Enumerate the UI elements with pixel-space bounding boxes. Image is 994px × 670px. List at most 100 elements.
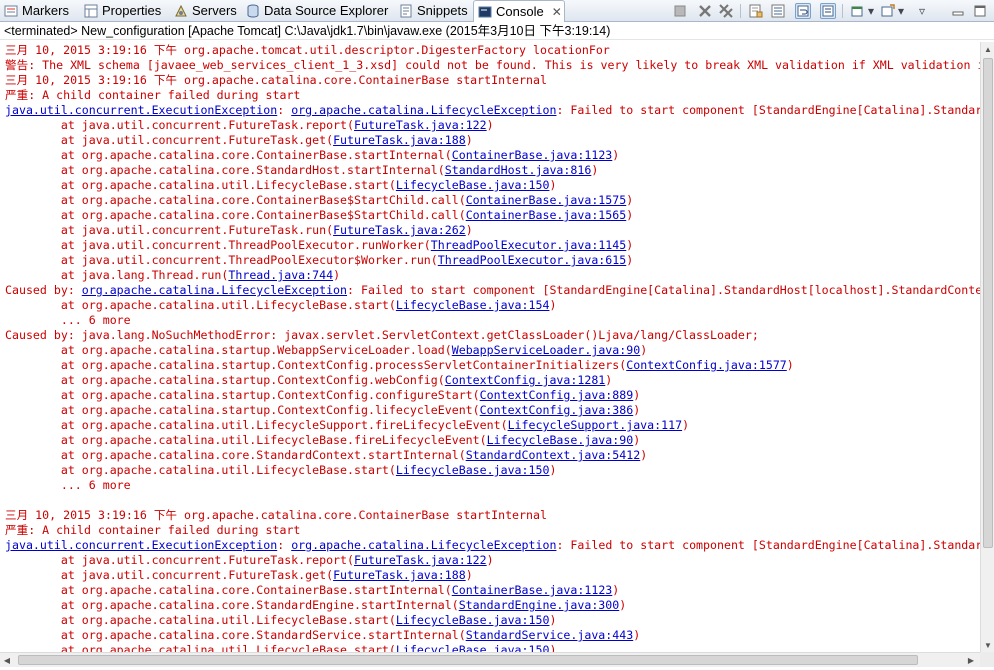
source-link[interactable]: LifecycleBase.java:150	[396, 463, 550, 477]
console-output[interactable]: 三月 10, 2015 3:19:16 下午 org.apache.tomcat…	[0, 42, 980, 652]
scroll-thumb[interactable]	[18, 655, 918, 665]
console-line: ... 6 more	[5, 313, 131, 328]
source-link[interactable]: FutureTask.java:122	[354, 553, 487, 567]
console-line: at org.apache.catalina.startup.WebappSer…	[5, 343, 647, 358]
console-line: at java.util.concurrent.FutureTask.repor…	[5, 118, 494, 133]
data-source-icon	[246, 4, 260, 18]
source-link[interactable]: LifecycleBase.java:150	[396, 178, 550, 192]
tab-servers[interactable]: Servers	[174, 0, 237, 21]
tab-properties[interactable]: Properties	[84, 0, 161, 21]
console-icon	[478, 5, 492, 19]
source-link[interactable]: ThreadPoolExecutor.java:615	[438, 253, 626, 267]
source-link[interactable]: FutureTask.java:262	[333, 223, 466, 237]
tab-markers[interactable]: Markers	[4, 0, 69, 21]
console-text: at java.util.concurrent.FutureTask.get(	[5, 133, 334, 147]
source-link[interactable]: java.util.concurrent.ExecutionException	[5, 103, 277, 117]
tab-label: Properties	[102, 3, 162, 18]
source-link[interactable]: ContainerBase.java:1123	[452, 583, 613, 597]
console-line: at org.apache.catalina.core.ContainerBas…	[5, 193, 633, 208]
console-text: )	[333, 268, 341, 282]
source-link[interactable]: StandardService.java:443	[466, 628, 634, 642]
console-text: : Failed to start component [StandardEng…	[556, 538, 980, 552]
source-link[interactable]: java.util.concurrent.ExecutionException	[5, 538, 277, 552]
tab-console[interactable]: Console ✕	[473, 0, 565, 22]
source-link[interactable]: LifecycleBase.java:150	[396, 643, 550, 652]
source-link[interactable]: LifecycleBase.java:150	[396, 613, 550, 627]
console-text: )	[633, 433, 641, 447]
console-text: at java.util.concurrent.FutureTask.repor…	[5, 553, 355, 567]
chevron-down-icon[interactable]: ▾	[866, 3, 876, 19]
source-link[interactable]: ContextConfig.java:889	[480, 388, 634, 402]
source-link[interactable]: org.apache.catalina.LifecycleException	[291, 103, 556, 117]
horizontal-scrollbar[interactable]: ◀ ▶	[0, 652, 980, 667]
console-line: at org.apache.catalina.util.LifecycleSup…	[5, 418, 689, 433]
source-link[interactable]: LifecycleSupport.java:117	[508, 418, 683, 432]
console-text: )	[682, 418, 690, 432]
console-line: at java.util.concurrent.ThreadPoolExecut…	[5, 238, 633, 253]
source-link[interactable]: FutureTask.java:188	[333, 133, 466, 147]
open-console-icon[interactable]	[880, 3, 896, 19]
source-link[interactable]: Thread.java:744	[228, 268, 333, 282]
console-text: at org.apache.catalina.core.StandardEngi…	[5, 598, 459, 612]
pin-console-icon[interactable]	[820, 3, 836, 19]
console-text: at java.lang.Thread.run(	[5, 268, 229, 282]
source-link[interactable]: WebappServiceLoader.java:90	[452, 343, 640, 357]
console-text: ... 6 more	[5, 313, 131, 327]
console-text: 三月 10, 2015 3:19:16 下午 org.apache.catali…	[5, 508, 547, 522]
scroll-down-icon[interactable]: ▼	[981, 638, 994, 652]
minimize-icon[interactable]	[950, 3, 966, 19]
view-menu-icon[interactable]: ▿	[914, 3, 930, 19]
maximize-icon[interactable]	[972, 3, 988, 19]
console-line: at java.util.concurrent.FutureTask.repor…	[5, 553, 494, 568]
console-text: )	[612, 583, 620, 597]
scroll-left-icon[interactable]: ◀	[0, 653, 14, 667]
tab-snippets[interactable]: Snippets	[399, 0, 468, 21]
console-text: at org.apache.catalina.core.StandardHost…	[5, 163, 445, 177]
console-line: Caused by: org.apache.catalina.Lifecycle…	[5, 283, 980, 298]
source-link[interactable]: ContainerBase.java:1575	[466, 193, 627, 207]
scroll-lock-icon[interactable]	[770, 3, 786, 19]
close-icon[interactable]: ✕	[552, 5, 562, 19]
console-line: at org.apache.catalina.startup.ContextCo…	[5, 388, 640, 403]
source-link[interactable]: FutureTask.java:188	[333, 568, 466, 582]
console-text: )	[486, 118, 494, 132]
source-link[interactable]: ThreadPoolExecutor.java:1145	[431, 238, 626, 252]
source-link[interactable]: LifecycleBase.java:154	[396, 298, 550, 312]
console-text: )	[612, 148, 620, 162]
console-text: at org.apache.catalina.util.LifecycleBas…	[5, 643, 396, 652]
clear-console-icon[interactable]	[748, 3, 764, 19]
source-link[interactable]: ContainerBase.java:1565	[466, 208, 627, 222]
scroll-up-icon[interactable]: ▲	[981, 42, 994, 56]
source-link[interactable]: ContextConfig.java:1281	[445, 373, 606, 387]
tab-data-source-explorer[interactable]: Data Source Explorer	[246, 0, 388, 21]
source-link[interactable]: LifecycleBase.java:90	[487, 433, 634, 447]
source-link[interactable]: org.apache.catalina.LifecycleException	[82, 283, 347, 297]
source-link[interactable]: org.apache.catalina.LifecycleException	[291, 538, 556, 552]
vertical-scrollbar[interactable]: ▲ ▼	[980, 42, 994, 652]
word-wrap-icon[interactable]	[795, 3, 811, 19]
scroll-thumb[interactable]	[983, 58, 993, 548]
remove-launch-icon[interactable]	[697, 3, 713, 19]
console-line: at org.apache.catalina.startup.ContextCo…	[5, 358, 794, 373]
source-link[interactable]: StandardContext.java:5412	[466, 448, 641, 462]
console-text: at org.apache.catalina.util.LifecycleBas…	[5, 433, 487, 447]
source-link[interactable]: StandardHost.java:816	[445, 163, 592, 177]
source-link[interactable]: ContextConfig.java:1577	[626, 358, 787, 372]
terminate-icon[interactable]	[672, 3, 688, 19]
console-text: at org.apache.catalina.startup.ContextCo…	[5, 373, 445, 387]
source-link[interactable]: ContainerBase.java:1123	[452, 148, 613, 162]
console-text: at java.util.concurrent.FutureTask.repor…	[5, 118, 355, 132]
console-text: at org.apache.catalina.util.LifecycleSup…	[5, 418, 508, 432]
console-line: at org.apache.catalina.core.ContainerBas…	[5, 208, 633, 223]
console-line: java.util.concurrent.ExecutionException:…	[5, 538, 980, 553]
console-line: at java.util.concurrent.FutureTask.get(F…	[5, 133, 473, 148]
chevron-down-icon[interactable]: ▾	[896, 3, 906, 19]
scroll-right-icon[interactable]: ▶	[964, 653, 978, 667]
console-line: at org.apache.catalina.core.StandardHost…	[5, 163, 599, 178]
source-link[interactable]: StandardEngine.java:300	[459, 598, 620, 612]
display-selected-console-icon[interactable]	[850, 3, 866, 19]
source-link[interactable]: ContextConfig.java:386	[480, 403, 634, 417]
source-link[interactable]: FutureTask.java:122	[354, 118, 487, 132]
console-text: )	[626, 253, 634, 267]
remove-all-terminated-icon[interactable]	[718, 3, 734, 19]
